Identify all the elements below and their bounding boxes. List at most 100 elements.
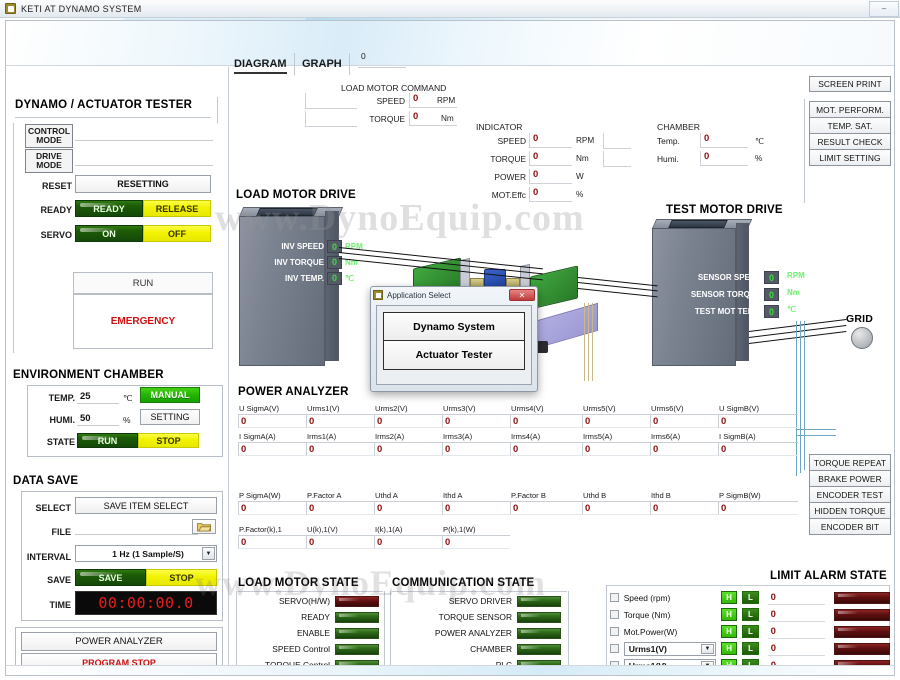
folder-icon[interactable] bbox=[192, 519, 216, 534]
limit-alarm-checkbox[interactable] bbox=[610, 610, 619, 619]
ready-release-button[interactable]: RELEASE bbox=[143, 200, 211, 217]
limit-low-lamp[interactable]: L bbox=[742, 625, 758, 638]
side-button[interactable]: TORQUE REPEAT bbox=[809, 454, 891, 471]
power-analyzer-cell: U(k),1(V)0 bbox=[306, 525, 374, 549]
sensor-speed-unit: RPM bbox=[787, 271, 805, 280]
limit-alarm-channel-dropdown[interactable]: Urms1(V)▼ bbox=[624, 642, 716, 656]
limit-low-lamp[interactable]: L bbox=[742, 591, 758, 604]
power-analyzer-cell-value: 0 bbox=[510, 443, 582, 456]
control-mode-text: CONTROL MODE bbox=[26, 127, 72, 146]
chamber-humi-input[interactable]: 50 bbox=[77, 411, 119, 426]
state-row: POWER ANALYZER bbox=[392, 625, 567, 641]
state-row: ENABLE bbox=[238, 625, 383, 641]
wire-vertical-3 bbox=[592, 303, 593, 381]
load-motor-drive-label: LOAD MOTOR DRIVE bbox=[236, 189, 356, 201]
emergency-button[interactable]: EMERGENCY bbox=[73, 294, 213, 349]
servo-label: SERVO bbox=[17, 230, 72, 240]
interval-dropdown[interactable]: 1 Hz (1 Sample/S) ▼ bbox=[75, 545, 217, 562]
power-analyzer-cell: Irms5(A)0 bbox=[582, 432, 650, 456]
limit-low-lamp[interactable]: L bbox=[742, 642, 758, 655]
power-analyzer-cell-value: 0 bbox=[238, 536, 306, 549]
power-analyzer-button[interactable]: POWER ANALYZER bbox=[21, 632, 217, 651]
limit-alarm-checkbox[interactable] bbox=[610, 593, 619, 602]
chamber-temp-unit: ℃ bbox=[123, 393, 133, 404]
close-icon[interactable]: ✕ bbox=[509, 289, 535, 301]
power-analyzer-cell: Irms2(A)0 bbox=[374, 432, 442, 456]
power-analyzer-cell: Urms2(V)0 bbox=[374, 404, 442, 428]
limit-alarm-checkbox[interactable] bbox=[610, 627, 619, 636]
limit-alarm-title: LIMIT ALARM STATE bbox=[770, 570, 887, 582]
ready-on-button[interactable]: READY bbox=[75, 200, 143, 217]
side-button[interactable]: ENCODER TEST bbox=[809, 486, 891, 503]
status-lamp-green bbox=[517, 612, 561, 623]
screen-print-button[interactable]: SCREEN PRINT bbox=[809, 76, 891, 92]
actuator-tester-button[interactable]: Actuator Tester bbox=[383, 341, 525, 370]
data-save-start-button[interactable]: SAVE bbox=[75, 569, 146, 586]
save-item-select-button[interactable]: SAVE ITEM SELECT bbox=[75, 497, 217, 514]
power-analyzer-cell-label: Ithd B bbox=[650, 491, 718, 502]
power-analyzer-cell-value: 0 bbox=[374, 415, 442, 428]
tab-diagram[interactable]: DIAGRAM bbox=[234, 58, 287, 74]
sensor-speed-label: SENSOR SPEED bbox=[698, 273, 761, 282]
status-lamp-green bbox=[517, 628, 561, 639]
side-button[interactable]: ENCODER BIT bbox=[809, 518, 891, 535]
power-analyzer-cell-label: P(k),1(W) bbox=[442, 525, 510, 536]
indicator-speed-value: 0 bbox=[529, 133, 572, 148]
application-select-dialog[interactable]: Application Select ✕ Dynamo System Actua… bbox=[370, 286, 538, 392]
dynamo-system-button[interactable]: Dynamo System bbox=[383, 312, 525, 341]
file-path-input[interactable] bbox=[75, 519, 198, 535]
control-mode-value[interactable] bbox=[75, 125, 213, 141]
chamber-manual-button[interactable]: MANUAL bbox=[140, 387, 200, 403]
las-left-rule bbox=[606, 585, 607, 673]
dialog-app-icon bbox=[373, 290, 383, 300]
side-button[interactable]: MOT. PERFORM. bbox=[809, 101, 891, 118]
data-save-stop-button[interactable]: STOP bbox=[146, 569, 217, 586]
limit-high-lamp[interactable]: H bbox=[721, 608, 737, 621]
state-row-label: READY bbox=[238, 612, 330, 622]
power-analyzer-cell-label: I SigmB(A) bbox=[718, 432, 798, 443]
communication-state-rows: SERVO DRIVERTORQUE SENSORPOWER ANALYZERC… bbox=[392, 593, 567, 673]
power-analyzer-cell-label: Irms3(A) bbox=[442, 432, 510, 443]
side-button[interactable]: HIDDEN TORQUE bbox=[809, 502, 891, 519]
tab-counter-field[interactable]: 0 bbox=[358, 51, 406, 68]
limit-alarm-checkbox[interactable] bbox=[610, 644, 619, 653]
cs-left-rule bbox=[390, 591, 391, 673]
side-button[interactable]: LIMIT SETTING bbox=[809, 149, 891, 166]
sensor-torque-value: 0 bbox=[764, 288, 779, 301]
limit-alarm-channel-label: Speed (rpm) bbox=[624, 593, 716, 603]
servo-off-button[interactable]: OFF bbox=[143, 225, 211, 242]
power-analyzer-cell-value: 0 bbox=[582, 443, 650, 456]
run-header: RUN bbox=[73, 272, 213, 294]
chevron-down-icon[interactable]: ▼ bbox=[701, 644, 714, 654]
side-button[interactable]: RESULT CHECK bbox=[809, 133, 891, 150]
state-row-label: TORQUE SENSOR bbox=[392, 612, 512, 622]
resetting-button[interactable]: RESETTING bbox=[75, 175, 211, 193]
window-minimize-button[interactable]: – bbox=[869, 1, 899, 17]
test-motor-temp-unit: ℃ bbox=[787, 305, 796, 314]
limit-alarm-indicator bbox=[834, 626, 890, 638]
limit-alarm-indicator bbox=[834, 609, 890, 621]
chamber-run-button[interactable]: RUN bbox=[77, 433, 138, 448]
limit-low-lamp[interactable]: L bbox=[742, 608, 758, 621]
chamber-stop-button[interactable]: STOP bbox=[138, 433, 199, 448]
side-button[interactable]: TEMP. SAT. bbox=[809, 117, 891, 134]
chamber-readout-humi-value: 0 bbox=[700, 151, 748, 166]
power-analyzer-cell: Irms3(A)0 bbox=[442, 432, 510, 456]
tab-graph[interactable]: GRAPH bbox=[302, 58, 342, 70]
lmc-blank-1 bbox=[305, 93, 357, 109]
environment-chamber-title: ENVIRONMENT CHAMBER bbox=[13, 369, 164, 381]
state-row-label: SPEED Control bbox=[238, 644, 330, 654]
servo-on-button[interactable]: ON bbox=[75, 225, 143, 242]
drive-mode-value[interactable] bbox=[75, 150, 213, 166]
left-guide-line bbox=[13, 123, 14, 353]
chevron-down-icon[interactable]: ▼ bbox=[202, 547, 215, 560]
limit-high-lamp[interactable]: H bbox=[721, 591, 737, 604]
chamber-setting-button[interactable]: SETTING bbox=[140, 409, 200, 425]
side-button[interactable]: BRAKE POWER bbox=[809, 470, 891, 487]
power-analyzer-cell: Uthd A0 bbox=[374, 491, 442, 515]
limit-high-lamp[interactable]: H bbox=[721, 642, 737, 655]
chamber-temp-input[interactable]: 25 bbox=[77, 389, 119, 404]
limit-high-lamp[interactable]: H bbox=[721, 625, 737, 638]
status-lamp-green bbox=[335, 612, 379, 623]
side-group-1-rule bbox=[804, 99, 805, 203]
